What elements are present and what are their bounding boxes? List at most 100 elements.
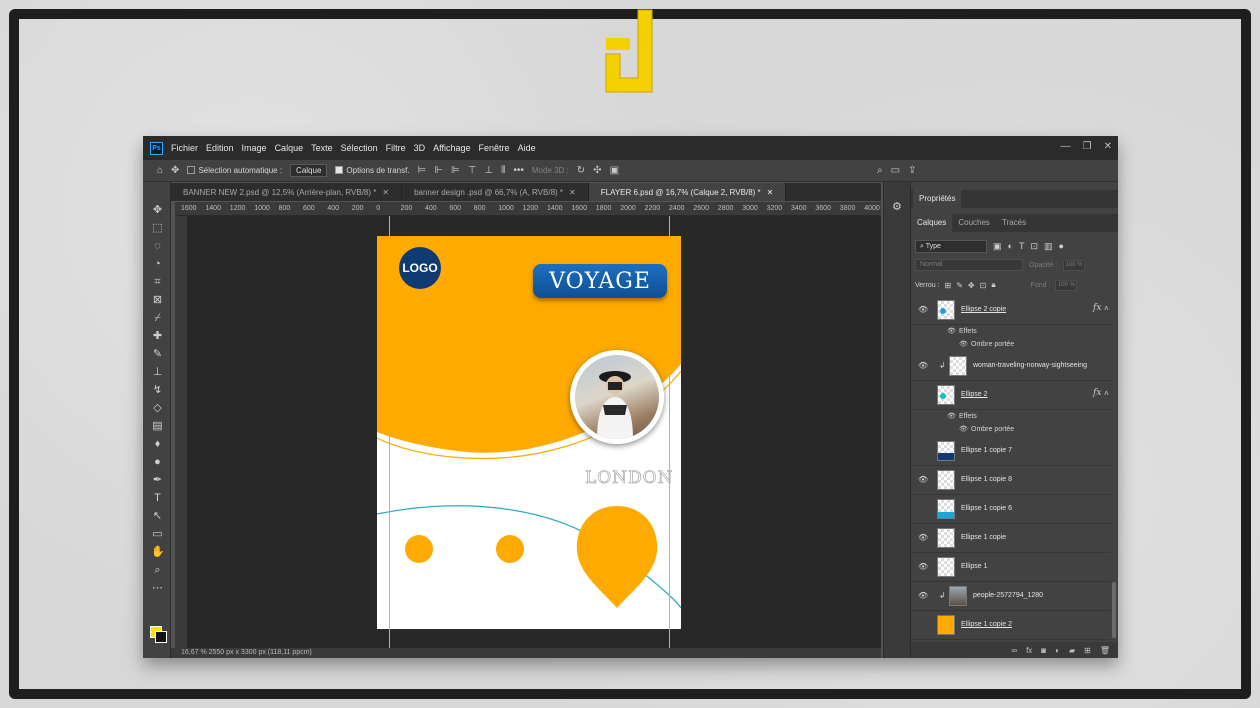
visibility-eye-icon[interactable]: 👁︎: [918, 361, 928, 371]
adjustment-layer-icon[interactable]: ◐: [1055, 646, 1060, 655]
shape-filter-icon[interactable]: ⊡: [1030, 241, 1038, 252]
effect-eye-icon[interactable]: 👁︎: [959, 340, 968, 348]
pen-tool-icon[interactable]: ✒: [151, 474, 164, 487]
share-icon[interactable]: ⇪: [908, 165, 916, 176]
minimize-icon[interactable]: —: [1061, 141, 1071, 152]
effect-row[interactable]: 👁︎ Ombre portée: [911, 423, 1111, 436]
effect-row[interactable]: 👁︎ Effets: [911, 410, 1111, 423]
menu-calque[interactable]: Calque: [275, 143, 304, 153]
tab-calques[interactable]: Calques: [911, 214, 953, 232]
layer-row[interactable]: 👁︎ Ellipse 1 copie: [911, 524, 1111, 553]
visibility-eye-icon[interactable]: 👁︎: [918, 591, 928, 601]
new-layer-icon[interactable]: ⊞: [1084, 646, 1091, 655]
menu-filtre[interactable]: Filtre: [386, 143, 406, 153]
lock-all-icon[interactable]: 🔒︎: [991, 280, 995, 290]
effect-row[interactable]: 👁︎ Ombre portée: [911, 338, 1111, 351]
layer-row[interactable]: 👁︎ Ellipse 2 copie fx ˄: [911, 296, 1111, 325]
lock-paint-icon[interactable]: ✎: [956, 281, 963, 290]
menu-3d[interactable]: 3D: [414, 143, 426, 153]
tab-properties[interactable]: Propriétés: [913, 190, 962, 208]
eyedropper-tool-icon[interactable]: ⌿: [151, 312, 164, 325]
more-tools-icon[interactable]: ⋯: [151, 582, 164, 595]
home-icon[interactable]: ⌂: [157, 165, 163, 176]
auto-select-dropdown[interactable]: Calque: [290, 164, 328, 177]
rotate-3d-icon[interactable]: ↻: [577, 165, 585, 176]
stamp-tool-icon[interactable]: ⊥: [151, 366, 164, 379]
healing-tool-icon[interactable]: ✚: [151, 330, 164, 343]
close-icon[interactable]: ✕: [569, 188, 576, 197]
visibility-eye-icon[interactable]: 👁︎: [918, 305, 928, 315]
transform-options-checkbox[interactable]: Options de transf.: [335, 166, 410, 175]
auto-select-checkbox[interactable]: Sélection automatique :: [187, 166, 282, 175]
menu-fenetre[interactable]: Fenêtre: [479, 143, 510, 153]
pan-3d-icon[interactable]: ✣: [593, 165, 601, 176]
visibility-eye-icon[interactable]: 👁︎: [918, 475, 928, 485]
properties-panel-icon[interactable]: ⚙: [892, 200, 902, 213]
layer-row[interactable]: 👁︎ ↲ woman-traveling-norway-sightseeing: [911, 352, 1111, 381]
layer-filter-dropdown[interactable]: ⌕ Type: [915, 239, 987, 253]
frame-tool-icon[interactable]: ⊠: [151, 294, 164, 307]
menu-fichier[interactable]: Fichier: [171, 143, 198, 153]
close-icon[interactable]: ✕: [767, 188, 774, 197]
close-icon[interactable]: ✕: [1104, 141, 1112, 152]
brush-tool-icon[interactable]: ✎: [151, 348, 164, 361]
quick-select-tool-icon[interactable]: ◔: [151, 258, 164, 271]
chevron-up-icon[interactable]: ˄: [1104, 389, 1109, 398]
document-canvas[interactable]: LOGO VOYAGE LONDON: [377, 236, 681, 629]
move-tool-icon[interactable]: ✥: [151, 204, 164, 217]
tab-couches[interactable]: Couches: [952, 214, 996, 232]
move-tool-icon[interactable]: ✥: [171, 165, 179, 176]
menu-edition[interactable]: Edition: [206, 143, 234, 153]
effect-eye-icon[interactable]: 👁︎: [959, 425, 968, 433]
workspace-icon[interactable]: ▭: [891, 165, 900, 176]
shape-tool-icon[interactable]: ▭: [151, 528, 164, 541]
fx-icon[interactable]: fx: [1093, 388, 1101, 398]
layer-row[interactable]: Ellipse 1 copie 7: [911, 437, 1111, 466]
visibility-eye-icon[interactable]: 👁︎: [918, 562, 928, 572]
background-color-swatch[interactable]: [155, 631, 167, 643]
camera-3d-icon[interactable]: ▣: [610, 165, 619, 176]
menu-image[interactable]: Image: [242, 143, 267, 153]
blend-mode-dropdown[interactable]: Normal: [915, 259, 1023, 271]
effect-eye-icon[interactable]: 👁︎: [947, 412, 956, 420]
layer-row[interactable]: Ellipse 1 copie 2: [911, 611, 1111, 640]
crop-tool-icon[interactable]: ⌗: [151, 276, 164, 289]
close-icon[interactable]: ✕: [382, 188, 389, 197]
fill-input[interactable]: 100 %: [1055, 279, 1078, 291]
guide-line-right[interactable]: [669, 216, 670, 648]
chevron-up-icon[interactable]: ˄: [1104, 304, 1109, 313]
more-options-icon[interactable]: •••: [513, 165, 524, 176]
align-right-icon[interactable]: ⊫: [451, 165, 460, 176]
restore-icon[interactable]: ❐: [1083, 141, 1092, 152]
layer-row[interactable]: 👁︎ Ellipse 1: [911, 553, 1111, 582]
pixel-filter-icon[interactable]: ▣: [993, 241, 1002, 252]
layers-scrollbar[interactable]: [1112, 582, 1116, 638]
menu-selection[interactable]: Sélection: [341, 143, 378, 153]
lock-pixels-icon[interactable]: ⊞: [945, 281, 952, 290]
lock-position-icon[interactable]: ✥: [968, 281, 975, 290]
align-middle-icon[interactable]: ⊥: [484, 165, 493, 176]
canvas-area[interactable]: LOGO VOYAGE LONDON: [187, 216, 881, 648]
distribute-icon[interactable]: ⫴: [501, 165, 505, 176]
menu-affichage[interactable]: Affichage: [433, 143, 470, 153]
tab-flayer-6[interactable]: FLAYER 6.psd @ 16,7% (Calque 2, RVB/8) *…: [588, 183, 787, 201]
layer-row[interactable]: Ellipse 1 copie 6: [911, 495, 1111, 524]
fx-icon[interactable]: fx: [1026, 646, 1032, 655]
lock-artboard-icon[interactable]: ⊡: [980, 281, 987, 290]
opacity-input[interactable]: 100 %: [1063, 259, 1086, 271]
gradient-tool-icon[interactable]: ▤: [151, 420, 164, 433]
dodge-tool-icon[interactable]: ●: [151, 456, 164, 469]
hand-tool-icon[interactable]: ✋: [151, 546, 165, 559]
align-center-icon[interactable]: ⊩: [434, 165, 443, 176]
mask-icon[interactable]: ◙: [1041, 646, 1046, 655]
type-filter-icon[interactable]: T: [1019, 241, 1025, 251]
align-left-icon[interactable]: ⊨: [418, 165, 427, 176]
align-top-icon[interactable]: ⊤: [468, 165, 477, 176]
layer-row[interactable]: 👁︎ Ellipse 1 copie 8: [911, 466, 1111, 495]
guide-line-left[interactable]: [389, 216, 390, 648]
zoom-tool-icon[interactable]: ⌕: [151, 564, 164, 577]
layer-row[interactable]: 👁︎ ↲ people-2572794_1280: [911, 582, 1111, 611]
search-icon[interactable]: ⌕: [877, 165, 883, 176]
path-select-tool-icon[interactable]: ↖: [151, 510, 164, 523]
marquee-tool-icon[interactable]: ⬚: [151, 222, 164, 235]
